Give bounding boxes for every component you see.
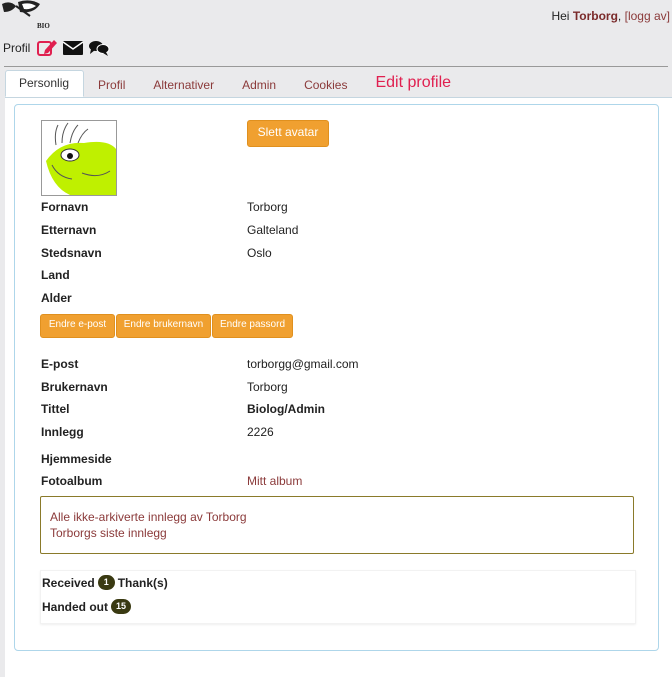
photo-album-link[interactable]: Mitt album bbox=[247, 474, 302, 488]
change-email-button[interactable]: Endre e-post bbox=[40, 314, 115, 338]
logo-text: BIO bbox=[37, 22, 50, 30]
email-value: torborgg@gmail.com bbox=[247, 357, 359, 371]
avatar bbox=[41, 120, 117, 196]
place-value: Oslo bbox=[247, 246, 272, 260]
photo-album-label: Fotoalbum bbox=[41, 474, 103, 488]
email-label: E-post bbox=[41, 357, 79, 371]
site-logo[interactable]: BIO bbox=[0, 0, 52, 30]
logout-bracket-close: ] bbox=[666, 9, 670, 23]
profile-toolbar: Profil bbox=[3, 38, 110, 58]
header-divider bbox=[4, 66, 668, 67]
tab-cookies[interactable]: Cookies bbox=[290, 73, 361, 97]
received-label: Received bbox=[42, 575, 95, 590]
site-header: BIO Hei Torborg, [logg av] bbox=[0, 0, 672, 34]
thanks-panel: Received 1 Thank(s) Handed out 15 bbox=[40, 570, 636, 624]
non-archived-posts-link[interactable]: Alle ikke-arkiverte innlegg av Torborg bbox=[50, 510, 247, 524]
homepage-label: Hjemmeside bbox=[41, 452, 112, 466]
handed-out-label: Handed out bbox=[42, 599, 108, 614]
change-username-button[interactable]: Endre brukernavn bbox=[116, 314, 211, 338]
mail-icon[interactable] bbox=[62, 38, 84, 58]
posts-label: Innlegg bbox=[41, 425, 84, 439]
tab-alternativer[interactable]: Alternativer bbox=[139, 73, 228, 97]
profile-tabs: Personlig Profil Alternativer Admin Cook… bbox=[5, 70, 461, 97]
tab-admin[interactable]: Admin bbox=[228, 73, 290, 97]
received-thanks-row: Received 1 Thank(s) bbox=[42, 575, 168, 590]
edit-icon[interactable] bbox=[36, 38, 58, 58]
title-label: Tittel bbox=[41, 402, 70, 416]
tab-panel: Slett avatar Fornavn Torborg Etternavn G… bbox=[5, 97, 672, 677]
greeting-text: Hei bbox=[551, 9, 570, 23]
chat-icon[interactable] bbox=[88, 38, 110, 58]
page-title: Edit profile bbox=[375, 74, 452, 91]
profile-card: Slett avatar Fornavn Torborg Etternavn G… bbox=[14, 104, 659, 651]
place-label: Stedsnavn bbox=[41, 246, 102, 260]
user-greeting: Hei Torborg, [logg av] bbox=[551, 9, 670, 23]
first-name-value: Torborg bbox=[247, 200, 288, 214]
change-password-button[interactable]: Endre passord bbox=[212, 314, 293, 338]
tab-personlig[interactable]: Personlig bbox=[5, 70, 85, 97]
received-suffix: Thank(s) bbox=[117, 575, 168, 590]
username-value: Torborg bbox=[247, 380, 288, 394]
posts-links-box: Alle ikke-arkiverte innlegg av Torborg T… bbox=[40, 496, 634, 554]
title-value: Biolog/Admin bbox=[247, 402, 325, 416]
logout-link[interactable]: logg av bbox=[628, 9, 667, 23]
received-count-badge: 1 bbox=[97, 575, 115, 590]
delete-avatar-button[interactable]: Slett avatar bbox=[247, 120, 329, 147]
greeting-separator: , bbox=[617, 9, 622, 23]
handed-out-thanks-row: Handed out 15 bbox=[42, 599, 132, 614]
last-name-label: Etternavn bbox=[41, 223, 97, 237]
latest-posts-link[interactable]: Torborgs siste innlegg bbox=[50, 526, 167, 540]
last-name-value: Galteland bbox=[247, 223, 299, 237]
username-label: Brukernavn bbox=[41, 380, 108, 394]
country-label: Land bbox=[41, 268, 70, 282]
posts-value: 2226 bbox=[247, 425, 274, 439]
handed-out-count-badge: 15 bbox=[111, 599, 132, 614]
age-label: Alder bbox=[41, 291, 72, 305]
tab-profil[interactable]: Profil bbox=[84, 73, 139, 97]
profile-label: Profil bbox=[3, 41, 31, 55]
username-link[interactable]: Torborg bbox=[573, 9, 618, 23]
first-name-label: Fornavn bbox=[41, 200, 89, 214]
